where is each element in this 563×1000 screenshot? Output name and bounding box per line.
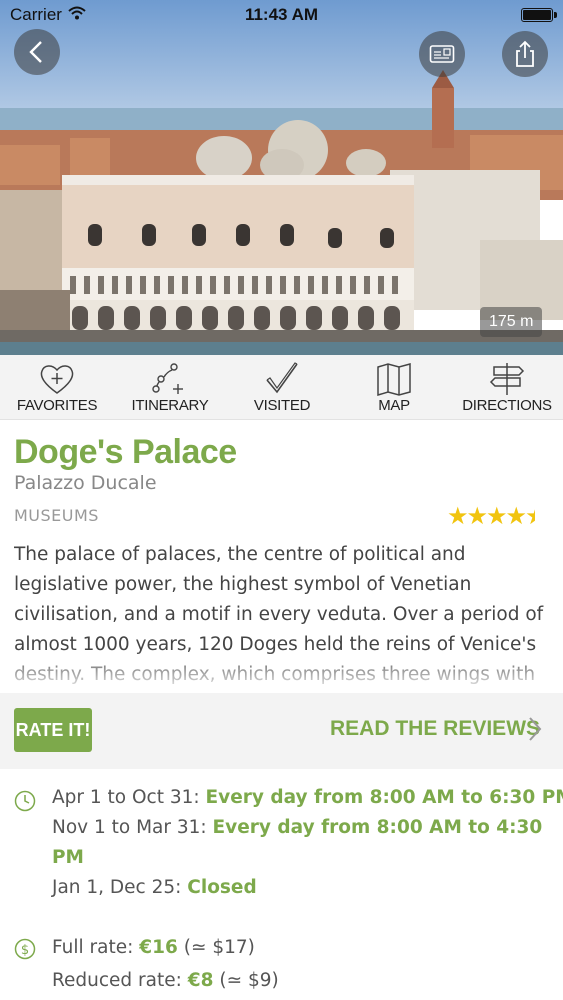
price-label: Reduced rate: [52,970,182,991]
place-category: MUSEUMS [14,506,99,525]
visited-action[interactable]: VISITED [227,355,337,420]
battery-icon [521,8,557,22]
chevron-right-icon[interactable] [527,715,543,743]
favorites-action[interactable]: FAVORITES [2,355,112,420]
star-icon: ★ [466,502,488,530]
description-fade [0,650,563,690]
hours-period: Nov 1 to Mar 31: [52,817,207,838]
price-approx: (≃ $9) [219,970,279,991]
back-button[interactable] [14,29,60,75]
clock-icon [14,790,36,812]
price-line: Reduced rate: €8 (≃ $9) [52,970,279,991]
hours-line: Apr 1 to Oct 31: Every day from 8:00 AM … [52,787,563,808]
map-action[interactable]: MAP [339,355,449,420]
review-bar: RATE IT! READ THE REVIEWS [0,693,563,769]
dollar-icon: $ [14,938,36,960]
hours-value: Every day from 8:00 AM to 6:30 PM [205,787,563,808]
price-value: €8 [187,970,214,991]
hours-value: Closed [187,877,257,898]
share-icon [516,40,534,67]
rating-stars: ★★★★★ [447,502,535,530]
place-local-name: Palazzo Ducale [14,472,157,494]
svg-text:$: $ [21,943,29,958]
hours-period: Apr 1 to Oct 31: [52,787,200,808]
itinerary-action[interactable]: ITINERARY [115,355,225,420]
status-time: 11:43 AM [244,5,319,24]
postcard-button[interactable] [419,31,465,77]
star-icon: ★ [505,502,527,530]
itinerary-label: ITINERARY [131,397,209,414]
read-reviews-link[interactable]: READ THE REVIEWS [330,717,540,741]
half-star-icon: ★ [525,502,535,530]
star-icon: ★ [486,502,507,530]
price-line: Full rate: €16 (≃ $17) [52,937,255,958]
signpost-icon [489,363,525,395]
heart-plus-icon [40,365,74,394]
distance-badge: 175 m [480,307,543,337]
favorites-label: FAVORITES [16,397,98,414]
hours-line: Nov 1 to Mar 31: Every day from 8:00 AM … [52,817,542,838]
map-icon [377,363,411,396]
hours-period: Jan 1, Dec 25: [52,877,182,898]
directions-action[interactable]: DIRECTIONS [452,355,562,420]
star-icon: ★ [447,502,468,530]
chevron-left-icon [29,41,42,63]
status-bar: Carrier 11:43 AM [0,0,563,30]
map-label: MAP [378,397,410,414]
itinerary-icon [152,363,183,394]
action-bar: FAVORITES ITINERARY VISITED MAP DIRECTIO… [0,355,563,420]
price-value: €16 [139,937,178,958]
place-title: Doge's Palace [14,433,237,471]
directions-label: DIRECTIONS [462,397,552,414]
rate-it-button[interactable]: RATE IT! [14,708,92,752]
hours-value-cont: PM [52,847,84,868]
checkmark-icon [266,362,298,394]
hours-line: PM [52,847,84,868]
visited-label: VISITED [253,397,311,414]
palace-photo [0,0,563,355]
hours-line: Jan 1, Dec 25: Closed [52,877,257,898]
postcard-icon [429,45,455,63]
share-button[interactable] [502,31,548,77]
price-label: Full rate: [52,937,134,958]
price-approx: (≃ $17) [183,937,255,958]
hero-photo: Carrier 11:43 AM 175 m [0,0,563,355]
hours-value: Every day from 8:00 AM to 4:30 [212,817,543,838]
